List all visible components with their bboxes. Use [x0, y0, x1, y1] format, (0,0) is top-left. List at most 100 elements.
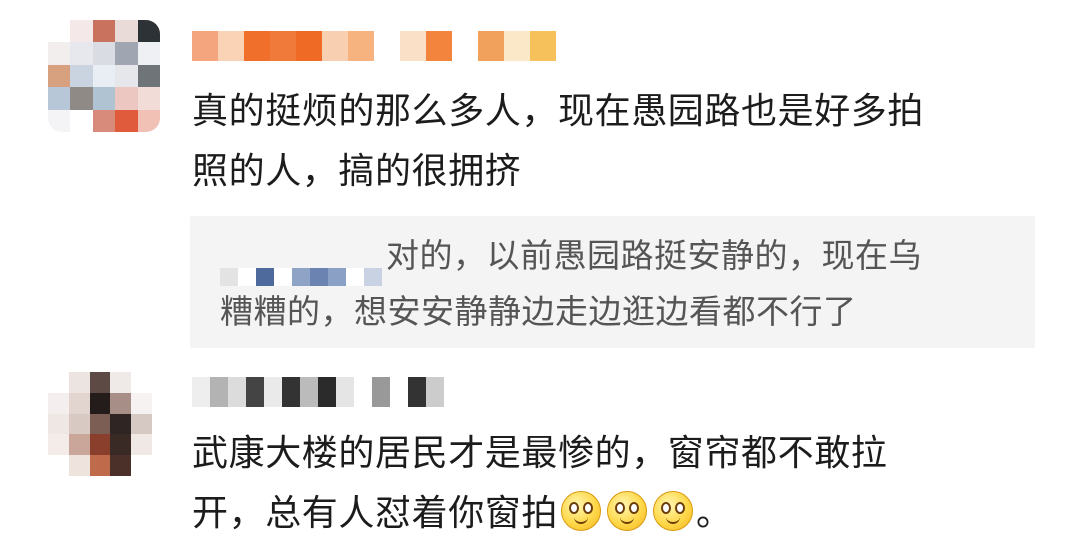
username-pixel: [274, 268, 292, 286]
username-pixel: [238, 268, 256, 286]
username-pixel: [282, 377, 300, 407]
avatar-pixel: [137, 20, 160, 43]
avatar-pixel: [48, 20, 71, 43]
avatar-pixel: [48, 42, 71, 65]
avatar-pixel: [115, 42, 138, 65]
avatar-pixel: [48, 109, 71, 132]
username[interactable]: [192, 28, 562, 64]
avatar-pixel: [68, 413, 90, 435]
username-pixel: [478, 31, 504, 61]
avatar-pixel: [137, 64, 160, 88]
avatar-pixel: [92, 42, 116, 65]
comment-text-line2: 开，总有人怼着你窗拍: [192, 493, 559, 534]
reply-text-line2: 糟糟的，想安安静静边走边逛边看都不行了: [220, 292, 857, 331]
avatar-pixel: [68, 372, 90, 393]
comment-text-end: 。: [696, 493, 733, 534]
avatar-pixel: [131, 413, 152, 435]
avatar-pixel: [131, 455, 152, 476]
username-pixel: [348, 31, 374, 61]
username-pixel: [192, 377, 210, 407]
avatar-pixel: [48, 392, 69, 414]
avatar-pixel: [110, 392, 132, 414]
avatar-pixel: [89, 434, 111, 456]
avatar[interactable]: [48, 372, 152, 476]
avatar-pixel: [131, 434, 152, 456]
avatar-pixel: [110, 413, 132, 435]
avatar-pixel: [68, 392, 90, 414]
avatar-pixel: [115, 87, 138, 110]
username-pixel: [426, 377, 444, 407]
avatar-pixel: [68, 434, 90, 456]
avatar-pixel: [115, 20, 138, 43]
avatar-pixel: [48, 372, 69, 393]
reply-username[interactable]: [220, 248, 382, 286]
username-pixel: [218, 31, 244, 61]
avatar-pixel: [70, 109, 93, 132]
doge-emoji: [561, 491, 602, 531]
avatar-pixel: [92, 109, 116, 132]
avatar-pixel: [137, 109, 160, 132]
emoji-group: [558, 491, 696, 534]
avatar-pixel: [92, 20, 116, 43]
username-pixel: [192, 31, 218, 61]
avatar-pixel: [89, 455, 111, 476]
comment-text-line1: 真的挺烦的那么多人，现在愚园路也是好多拍: [192, 91, 925, 132]
avatar-pixel: [110, 372, 132, 393]
username-pixel: [322, 31, 348, 61]
username-pixel: [374, 31, 400, 61]
reply-box[interactable]: 对的，以前愚园路挺安静的，现在乌 糟糟的，想安安静静边走边逛边看都不行了: [190, 216, 1035, 348]
username-pixel: [364, 268, 382, 286]
username-pixel: [390, 377, 408, 407]
avatar-pixel: [48, 64, 71, 88]
username-pixel: [296, 31, 322, 61]
avatar-pixel: [110, 455, 132, 476]
username-pixel: [246, 377, 264, 407]
avatar-pixel: [92, 64, 116, 88]
reply-text-line1: 对的，以前愚园路挺安静的，现在乌: [386, 236, 922, 275]
avatar-pixel: [89, 413, 111, 435]
comment-1: 真的挺烦的那么多人，现在愚园路也是好多拍 照的人，搞的很拥挤 对的，以前愚园路挺…: [0, 0, 1080, 360]
avatar-pixel: [110, 434, 132, 456]
avatar-pixel: [70, 20, 93, 43]
username-pixel: [336, 377, 354, 407]
comment-text: 武康大楼的居民才是最惨的，窗帘都不敢拉 开，总有人怼着你窗拍 。: [192, 424, 1032, 544]
username-pixel: [210, 377, 228, 407]
username-pixel: [300, 377, 318, 407]
username-pixel: [504, 31, 530, 61]
avatar-pixel: [131, 392, 152, 414]
avatar-pixel: [70, 87, 93, 110]
avatar-pixel: [92, 87, 116, 110]
avatar-pixel: [89, 392, 111, 414]
username-pixel: [426, 31, 452, 61]
username-pixel: [530, 31, 556, 61]
avatar-pixel: [68, 455, 90, 476]
username[interactable]: [192, 374, 452, 410]
username-pixel: [292, 268, 310, 286]
username-pixel: [228, 377, 246, 407]
username-pixel: [408, 377, 426, 407]
username-pixel: [400, 31, 426, 61]
username-pixel: [256, 268, 274, 286]
comment-2: 武康大楼的居民才是最惨的，窗帘都不敢拉 开，总有人怼着你窗拍 。: [0, 360, 1080, 553]
avatar-pixel: [137, 42, 160, 65]
username-pixel: [372, 377, 390, 407]
avatar-pixel: [131, 372, 152, 393]
avatar-pixel: [48, 413, 69, 435]
username-pixel: [220, 268, 238, 286]
avatar[interactable]: [48, 20, 160, 132]
avatar-pixel: [137, 87, 160, 110]
username-pixel: [354, 377, 372, 407]
username-pixel: [244, 31, 270, 61]
avatar-pixel: [48, 455, 69, 476]
avatar-pixel: [89, 372, 111, 393]
comment-text-line1: 武康大楼的居民才是最惨的，窗帘都不敢拉: [192, 433, 888, 474]
doge-emoji: [607, 491, 648, 531]
username-pixel: [328, 268, 346, 286]
comment-text: 真的挺烦的那么多人，现在愚园路也是好多拍 照的人，搞的很拥挤: [192, 82, 1032, 202]
reply-text: 对的，以前愚园路挺安静的，现在乌 糟糟的，想安安静静边走边逛边看都不行了: [220, 228, 1020, 340]
username-pixel: [452, 31, 478, 61]
avatar-pixel: [70, 64, 93, 88]
avatar-pixel: [70, 42, 93, 65]
doge-emoji: [653, 491, 694, 531]
avatar-pixel: [48, 434, 69, 456]
